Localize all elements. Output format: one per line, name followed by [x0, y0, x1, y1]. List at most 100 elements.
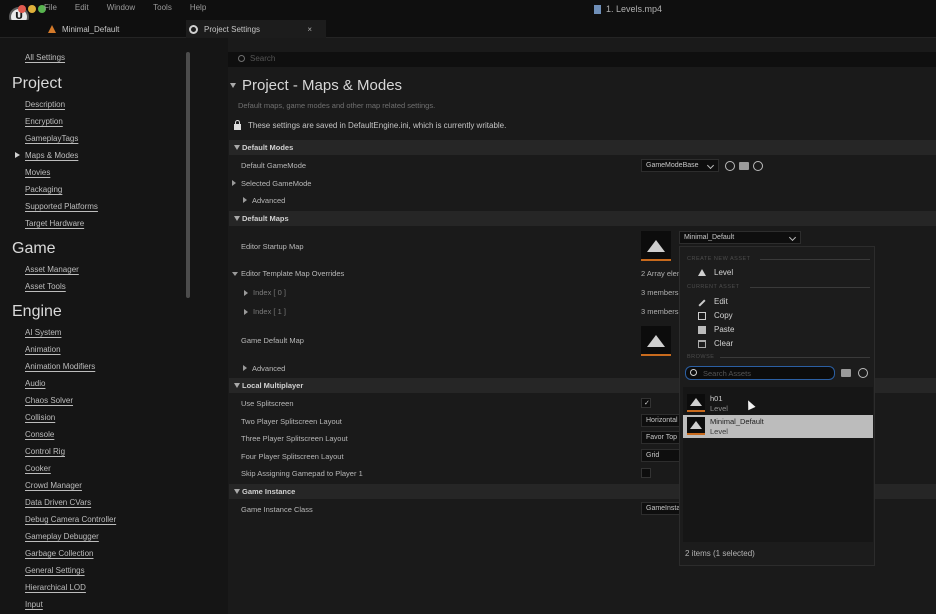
section-default-maps[interactable]: Default Maps: [229, 211, 936, 226]
use-splitscreen-checkbox[interactable]: ✓: [641, 398, 651, 408]
sidebar-item-cooker[interactable]: Cooker: [25, 464, 51, 473]
sidebar-item-control-rig[interactable]: Control Rig: [25, 447, 65, 456]
menu-tools[interactable]: Tools: [153, 3, 172, 12]
gear-icon[interactable]: [858, 368, 868, 378]
sidebar-item-asset-manager[interactable]: Asset Manager: [25, 265, 79, 274]
page-title-text: Project - Maps & Modes: [242, 77, 403, 94]
four-player-layout-dropdown[interactable]: Grid: [641, 449, 681, 462]
sidebar-item-movies[interactable]: Movies: [25, 168, 50, 177]
sidebar-item-animation-modifiers[interactable]: Animation Modifiers: [25, 362, 95, 371]
sidebar-item-supported-platforms[interactable]: Supported Platforms: [25, 202, 98, 211]
sidebar-item-crowd-manager[interactable]: Crowd Manager: [25, 481, 82, 490]
edit-item[interactable]: Edit: [698, 297, 728, 307]
collapse-arrow-icon[interactable]: [232, 272, 238, 276]
skip-gamepad-checkbox[interactable]: [641, 468, 651, 478]
expand-arrow-icon[interactable]: [244, 290, 248, 296]
sidebar-item-garbage-collection[interactable]: Garbage Collection: [25, 549, 93, 558]
checkmark-icon: ✓: [644, 400, 650, 407]
sidebar-item-encryption[interactable]: Encryption: [25, 117, 63, 126]
search-input[interactable]: Search: [250, 54, 275, 63]
sidebar-item-hierarchical-lod[interactable]: Hierarchical LOD: [25, 583, 86, 592]
sidebar-scrollbar[interactable]: [186, 52, 190, 298]
level-icon: [647, 335, 665, 347]
close-tab-button[interactable]: ×: [307, 25, 312, 34]
collapse-arrow-icon: [234, 216, 240, 221]
tab-project-settings[interactable]: Project Settings ×: [186, 20, 326, 38]
expand-arrow-icon[interactable]: [243, 365, 247, 371]
menu-edit[interactable]: Edit: [75, 3, 89, 12]
map-thumbnail[interactable]: [641, 231, 671, 261]
three-player-layout-dropdown[interactable]: Favor Top: [641, 431, 681, 444]
sidebar-item-asset-tools[interactable]: Asset Tools: [25, 282, 66, 291]
asset-search-field[interactable]: Search Assets: [685, 366, 835, 380]
copy-item[interactable]: Copy: [698, 311, 733, 320]
sidebar-item-maps-modes[interactable]: Maps & Modes: [25, 151, 78, 160]
folder-icon[interactable]: [739, 162, 749, 170]
game-instance-class-label: Game Instance Class: [241, 505, 313, 514]
menu-item-label: Edit: [714, 297, 728, 306]
editor-startup-map-label: Editor Startup Map: [241, 242, 304, 251]
paste-item[interactable]: Paste: [698, 325, 734, 334]
dropdown-value: Minimal_Default: [684, 234, 735, 241]
sidebar-item-input[interactable]: Input: [25, 600, 43, 609]
sidebar-item-description[interactable]: Description: [25, 100, 65, 109]
index-1-label: Index [ 1 ]: [253, 307, 286, 316]
sidebar-item-ai-system[interactable]: AI System: [25, 328, 61, 337]
dropdown-value: GameModeBase: [646, 162, 699, 169]
tab-minimal-default[interactable]: Minimal_Default: [48, 20, 119, 38]
selected-gamemode-label: Selected GameMode: [241, 179, 312, 188]
section-default-modes[interactable]: Default Modes: [229, 140, 936, 155]
default-gamemode-dropdown[interactable]: GameModeBase: [641, 159, 719, 172]
menu-file[interactable]: File: [44, 3, 57, 12]
sidebar-item-packaging[interactable]: Packaging: [25, 185, 62, 194]
skip-gamepad-label: Skip Assigning Gamepad to Player 1: [241, 469, 363, 478]
add-icon[interactable]: [753, 161, 763, 171]
two-player-layout-label: Two Player Splitscreen Layout: [241, 417, 342, 426]
two-player-layout-dropdown[interactable]: Horizontal: [641, 414, 681, 427]
expand-arrow-icon[interactable]: [243, 197, 247, 203]
menu-item-label: Level: [714, 268, 734, 277]
map-thumbnail[interactable]: [641, 326, 671, 356]
asset-row-h01[interactable]: h01 Level: [683, 392, 873, 415]
expand-arrow-icon[interactable]: [232, 180, 236, 186]
sidebar-item-gameplaytags[interactable]: GameplayTags: [25, 134, 78, 143]
sidebar-item-audio[interactable]: Audio: [25, 379, 45, 388]
sidebar-item-animation[interactable]: Animation: [25, 345, 61, 354]
file-icon: [594, 4, 601, 14]
minimize-window-button[interactable]: [28, 5, 36, 13]
all-settings-link[interactable]: All Settings: [25, 53, 65, 62]
settings-search[interactable]: Search: [228, 52, 936, 67]
close-window-button[interactable]: [18, 5, 26, 13]
clear-item[interactable]: Clear: [698, 339, 733, 348]
create-level-item[interactable]: Level: [698, 268, 733, 277]
folder-icon[interactable]: [841, 369, 851, 377]
four-player-layout-label: Four Player Splitscreen Layout: [241, 452, 344, 461]
trash-icon: [698, 339, 706, 348]
menu-bar: File Edit Window Tools Help: [44, 3, 206, 12]
game-instance-class-dropdown[interactable]: GameInsta: [641, 502, 681, 515]
section-project: Project: [12, 75, 62, 92]
sidebar-item-target-hardware[interactable]: Target Hardware: [25, 219, 84, 228]
menu-help[interactable]: Help: [190, 3, 206, 12]
sidebar-item-data-driven-cvars[interactable]: Data Driven CVars: [25, 498, 91, 507]
sidebar-item-debug-camera-controller[interactable]: Debug Camera Controller: [25, 515, 116, 524]
editor-template-overrides-label: Editor Template Map Overrides: [241, 269, 345, 278]
title-bar: U File Edit Window Tools Help 1. Levels.…: [0, 0, 936, 27]
menu-window[interactable]: Window: [107, 3, 135, 12]
editor-startup-map-dropdown[interactable]: Minimal_Default: [679, 231, 801, 244]
sidebar-item-chaos-solver[interactable]: Chaos Solver: [25, 396, 73, 405]
collapse-arrow-icon[interactable]: [230, 83, 236, 88]
asset-search-input[interactable]: Search Assets: [703, 369, 751, 378]
browse-arrow-icon[interactable]: [725, 161, 735, 171]
sidebar-item-console[interactable]: Console: [25, 430, 54, 439]
asset-row-minimal-default[interactable]: Minimal_Default Level: [683, 415, 873, 438]
sidebar-item-general-settings[interactable]: General Settings: [25, 566, 85, 575]
advanced-label: Advanced: [252, 364, 286, 373]
sidebar-item-gameplay-debugger[interactable]: Gameplay Debugger: [25, 532, 99, 541]
sidebar-item-collision[interactable]: Collision: [25, 413, 55, 422]
level-thumbnail-icon: [687, 417, 705, 435]
expand-arrow-icon[interactable]: [244, 309, 248, 315]
lock-icon[interactable]: [234, 120, 241, 130]
divider: [720, 357, 870, 358]
collapse-arrow-icon: [234, 383, 240, 388]
